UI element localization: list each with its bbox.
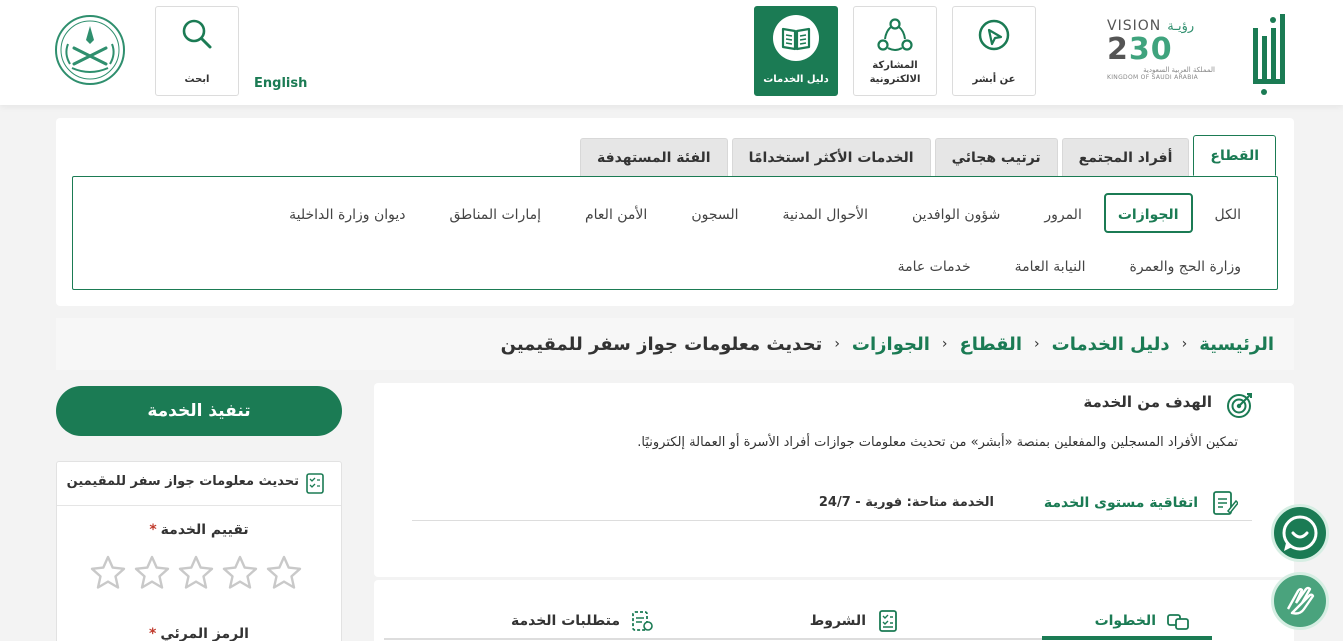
chip-hajj-umrah-ministry[interactable]: وزارة الحج والعمرة (1108, 245, 1263, 285)
breadcrumb-chevron-icon: ‹ (834, 336, 840, 352)
conditions-icon (879, 610, 897, 632)
chip-public-prosecution[interactable]: النيابة العامة (993, 245, 1108, 285)
tab-label: الخطوات (1094, 613, 1156, 629)
chip-all[interactable]: الكل (1193, 193, 1264, 233)
star-5-icon[interactable] (265, 554, 303, 592)
sector-panel: الكل الجوازات المرور شؤون الوافدين الأحو… (72, 176, 1278, 290)
breadcrumb-chevron-icon: ‹ (1181, 336, 1188, 352)
chip-traffic[interactable]: المرور (1022, 193, 1104, 233)
service-rating-card: تحديث معلومات جواز سفر للمقيمين تقييم ال… (56, 461, 342, 641)
sign-language-button[interactable] (1271, 572, 1329, 630)
tab-label: الشروط (809, 613, 866, 629)
star-2-icon[interactable] (133, 554, 171, 592)
chip-general-services[interactable]: خدمات عامة (876, 245, 993, 285)
rating-stars (89, 554, 303, 592)
breadcrumb-chevron-icon: ‹ (941, 336, 948, 352)
chip-interior-ministry-office[interactable]: ديوان وزارة الداخلية (267, 193, 427, 233)
clipboard-icon (306, 473, 324, 494)
required-mark: * (149, 522, 157, 538)
service-goal-title: الهدف من الخدمة (1083, 393, 1212, 411)
breadcrumb-passports[interactable]: الجوازات (852, 334, 930, 355)
saudi-emblem-icon[interactable] (54, 14, 126, 86)
filter-tabs: القطاع أفراد المجتمع ترتيب هجائي الخدمات… (580, 135, 1276, 176)
tab-label: متطلبات الخدمة (510, 613, 620, 629)
search-button[interactable]: ابحث (155, 6, 239, 96)
chip-passports[interactable]: الجوازات (1103, 193, 1193, 233)
breadcrumb-home[interactable]: الرئيسية (1199, 334, 1274, 355)
sla-row: اتفاقية مستوى الخدمة الخدمة متاحة: فورية… (412, 489, 1252, 521)
search-label: ابحث (184, 74, 210, 85)
language-english-link[interactable]: English (254, 76, 307, 91)
breadcrumb: الرئيسية ‹ دليل الخدمات ‹ القطاع ‹ الجوا… (56, 318, 1294, 370)
services-guide-icon (773, 15, 819, 61)
search-icon (182, 19, 212, 49)
chat-support-button[interactable] (1271, 504, 1329, 562)
tab-alphabetical[interactable]: ترتيب هجائي (934, 138, 1058, 176)
nav-label: دليل الخدمات (763, 74, 829, 85)
chat-bot-icon (1282, 515, 1318, 551)
execute-service-button[interactable]: تنفيذ الخدمة (56, 386, 342, 436)
sla-document-icon (1213, 491, 1238, 515)
tab-conditions[interactable]: الشروط (810, 600, 900, 641)
tab-most-used[interactable]: الخدمات الأكثر استخدامًا (731, 138, 931, 176)
nav-label: المشاركة الالكترونية (869, 60, 921, 85)
absher-logo[interactable] (1251, 10, 1287, 96)
service-details-card: الهدف من الخدمة تمكين الأفراد المسجلين و… (374, 383, 1294, 577)
captcha-label: الرمز المرئي* (149, 626, 249, 641)
side-card-title: تحديث معلومات جواز سفر للمقيمين (66, 474, 299, 489)
tab-service-requirements[interactable]: متطلبات الخدمة (511, 600, 654, 641)
tab-target-audience[interactable]: الفئة المستهدفة (580, 138, 728, 176)
vision-2030-logo: VISION رؤيـة 230 المملكة العربية السعودية… (1107, 18, 1215, 81)
chip-civil-affairs[interactable]: الأحوال المدنية (761, 193, 891, 233)
required-mark: * (149, 626, 157, 641)
service-goal-text: تمكين الأفراد المسجلين والمفعلين بمنصة «… (637, 435, 1238, 450)
requirements-icon (632, 611, 653, 631)
star-4-icon[interactable] (221, 554, 259, 592)
chip-prisons[interactable]: السجون (669, 193, 760, 233)
nav-services-guide[interactable]: دليل الخدمات (754, 6, 838, 96)
participation-icon (877, 18, 913, 51)
breadcrumb-current-page: تحديث معلومات جواز سفر للمقيمين (500, 333, 823, 355)
chip-expatriates[interactable]: شؤون الوافدين (890, 193, 1022, 233)
breadcrumb-chevron-icon: ‹ (1034, 336, 1040, 352)
tab-community-members[interactable]: أفراد المجتمع (1061, 138, 1190, 176)
chip-public-security[interactable]: الأمن العام (563, 193, 669, 233)
tab-steps[interactable]: الخطوات (1095, 600, 1190, 641)
nav-e-participation[interactable]: المشاركة الالكترونية (853, 6, 937, 96)
divider (57, 505, 341, 506)
tab-sector[interactable]: القطاع (1193, 135, 1276, 176)
steps-icon (1167, 614, 1189, 630)
sla-link[interactable]: اتفاقية مستوى الخدمة (1044, 495, 1198, 511)
sector-filter-card: القطاع أفراد المجتمع ترتيب هجائي الخدمات… (56, 118, 1294, 306)
star-3-icon[interactable] (177, 554, 215, 592)
breadcrumb-services-guide[interactable]: دليل الخدمات (1052, 334, 1170, 355)
chip-regional-emirates[interactable]: إمارات المناطق (427, 193, 563, 233)
breadcrumb-sector[interactable]: القطاع (960, 334, 1022, 355)
sector-chips: الكل الجوازات المرور شؤون الوافدين الأحو… (153, 193, 1263, 285)
star-1-icon[interactable] (89, 554, 127, 592)
service-tabs-card: الخطوات الشروط متطلبات الخدمة (374, 580, 1294, 641)
service-availability: الخدمة متاحة: فورية - 24/7 (818, 495, 994, 510)
site-header: VISION رؤيـة 230 المملكة العربية السعودية… (0, 0, 1343, 105)
about-icon (978, 19, 1010, 51)
sign-language-icon (1286, 586, 1315, 615)
target-icon (1227, 393, 1252, 418)
rating-label: تقييم الخدمة* (149, 522, 249, 538)
nav-label: عن أبشر (972, 74, 1016, 85)
nav-about-absher[interactable]: عن أبشر (952, 6, 1036, 96)
